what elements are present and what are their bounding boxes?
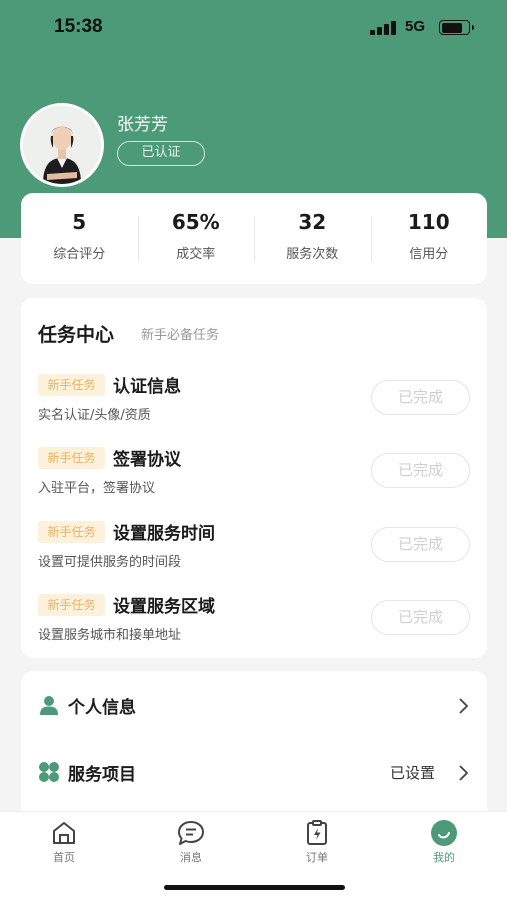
task-desc: 入驻平台，签署协议	[38, 481, 156, 496]
chevron-right-icon	[459, 765, 469, 781]
network-type: 5G	[405, 18, 426, 35]
tab-label: 我的	[433, 851, 455, 864]
menu-label: 个人信息	[68, 698, 136, 718]
stat-label: 综合评分	[53, 246, 106, 262]
stat-rating[interactable]: 5 综合评分	[21, 208, 138, 270]
battery-icon	[439, 20, 474, 35]
task-name: 设置服务区域	[113, 597, 215, 617]
message-icon	[178, 821, 204, 845]
menu-value: 已设置	[390, 764, 436, 782]
task-center-subtitle: 新手必备任务	[141, 328, 220, 343]
tab-orders[interactable]: 订单	[267, 818, 367, 865]
task-completed-button[interactable]: 已完成	[371, 527, 470, 562]
menu-card: 个人信息 服务项目 已设置	[21, 671, 487, 821]
chevron-right-icon	[459, 698, 469, 714]
task-completed-button[interactable]: 已完成	[371, 600, 470, 635]
task-item-service-area[interactable]: 新手任务 设置服务区域 设置服务城市和接单地址 已完成	[21, 594, 487, 654]
task-tag: 新手任务	[38, 521, 105, 543]
stat-label: 信用分	[409, 246, 449, 262]
home-indicator[interactable]	[164, 885, 345, 890]
task-completed-button[interactable]: 已完成	[371, 380, 470, 415]
order-icon	[307, 820, 327, 845]
task-tag: 新手任务	[38, 594, 105, 616]
tab-label: 首页	[53, 851, 75, 864]
profile-icon	[431, 820, 457, 846]
stat-value: 110	[407, 209, 450, 234]
task-item-agreement[interactable]: 新手任务 签署协议 入驻平台，签署协议 已完成	[21, 447, 487, 507]
status-time: 15:38	[54, 16, 103, 37]
stats-card: 5 综合评分 65% 成交率 32 服务次数 110 信用分	[21, 193, 487, 284]
tab-home[interactable]: 首页	[14, 818, 114, 865]
task-center-card: 任务中心 新手必备任务 新手任务 认证信息 实名认证/头像/资质 已完成 新手任…	[21, 298, 487, 658]
tab-label: 订单	[306, 851, 328, 864]
stat-label: 服务次数	[286, 246, 339, 262]
person-icon	[40, 696, 58, 715]
tab-label: 消息	[180, 851, 202, 864]
user-name: 张芳芳	[117, 115, 168, 135]
task-item-service-time[interactable]: 新手任务 设置服务时间 设置可提供服务的时间段 已完成	[21, 521, 487, 581]
task-completed-button[interactable]: 已完成	[371, 453, 470, 488]
task-item-verification[interactable]: 新手任务 认证信息 实名认证/头像/资质 已完成	[21, 374, 487, 434]
menu-label: 服务项目	[68, 765, 136, 785]
signal-icon	[370, 21, 400, 35]
home-icon	[53, 822, 75, 844]
menu-item-personal-info[interactable]: 个人信息	[21, 678, 487, 734]
task-center-title: 任务中心	[38, 324, 115, 346]
avatar[interactable]	[20, 103, 104, 187]
task-name: 认证信息	[113, 377, 181, 397]
menu-item-service-items[interactable]: 服务项目 已设置	[21, 745, 487, 801]
clover-icon	[39, 762, 59, 782]
task-tag: 新手任务	[38, 447, 105, 469]
stat-conversion-rate[interactable]: 65% 成交率	[137, 208, 255, 270]
stat-service-count[interactable]: 32 服务次数	[254, 208, 371, 270]
stat-value: 65%	[171, 209, 220, 234]
status-bar: 15:38 5G	[0, 0, 507, 56]
stat-value: 32	[298, 209, 327, 234]
task-tag: 新手任务	[38, 374, 105, 396]
stat-credit-score[interactable]: 110 信用分	[370, 208, 488, 270]
task-desc: 实名认证/头像/资质	[38, 408, 151, 423]
tab-profile[interactable]: 我的	[394, 818, 494, 865]
stat-label: 成交率	[176, 246, 216, 262]
task-desc: 设置可提供服务的时间段	[38, 555, 182, 570]
task-name: 签署协议	[113, 450, 181, 470]
task-name: 设置服务时间	[113, 524, 215, 544]
tab-messages[interactable]: 消息	[141, 818, 241, 865]
verified-badge: 已认证	[117, 141, 205, 166]
task-desc: 设置服务城市和接单地址	[38, 628, 182, 643]
stat-value: 5	[72, 209, 87, 234]
